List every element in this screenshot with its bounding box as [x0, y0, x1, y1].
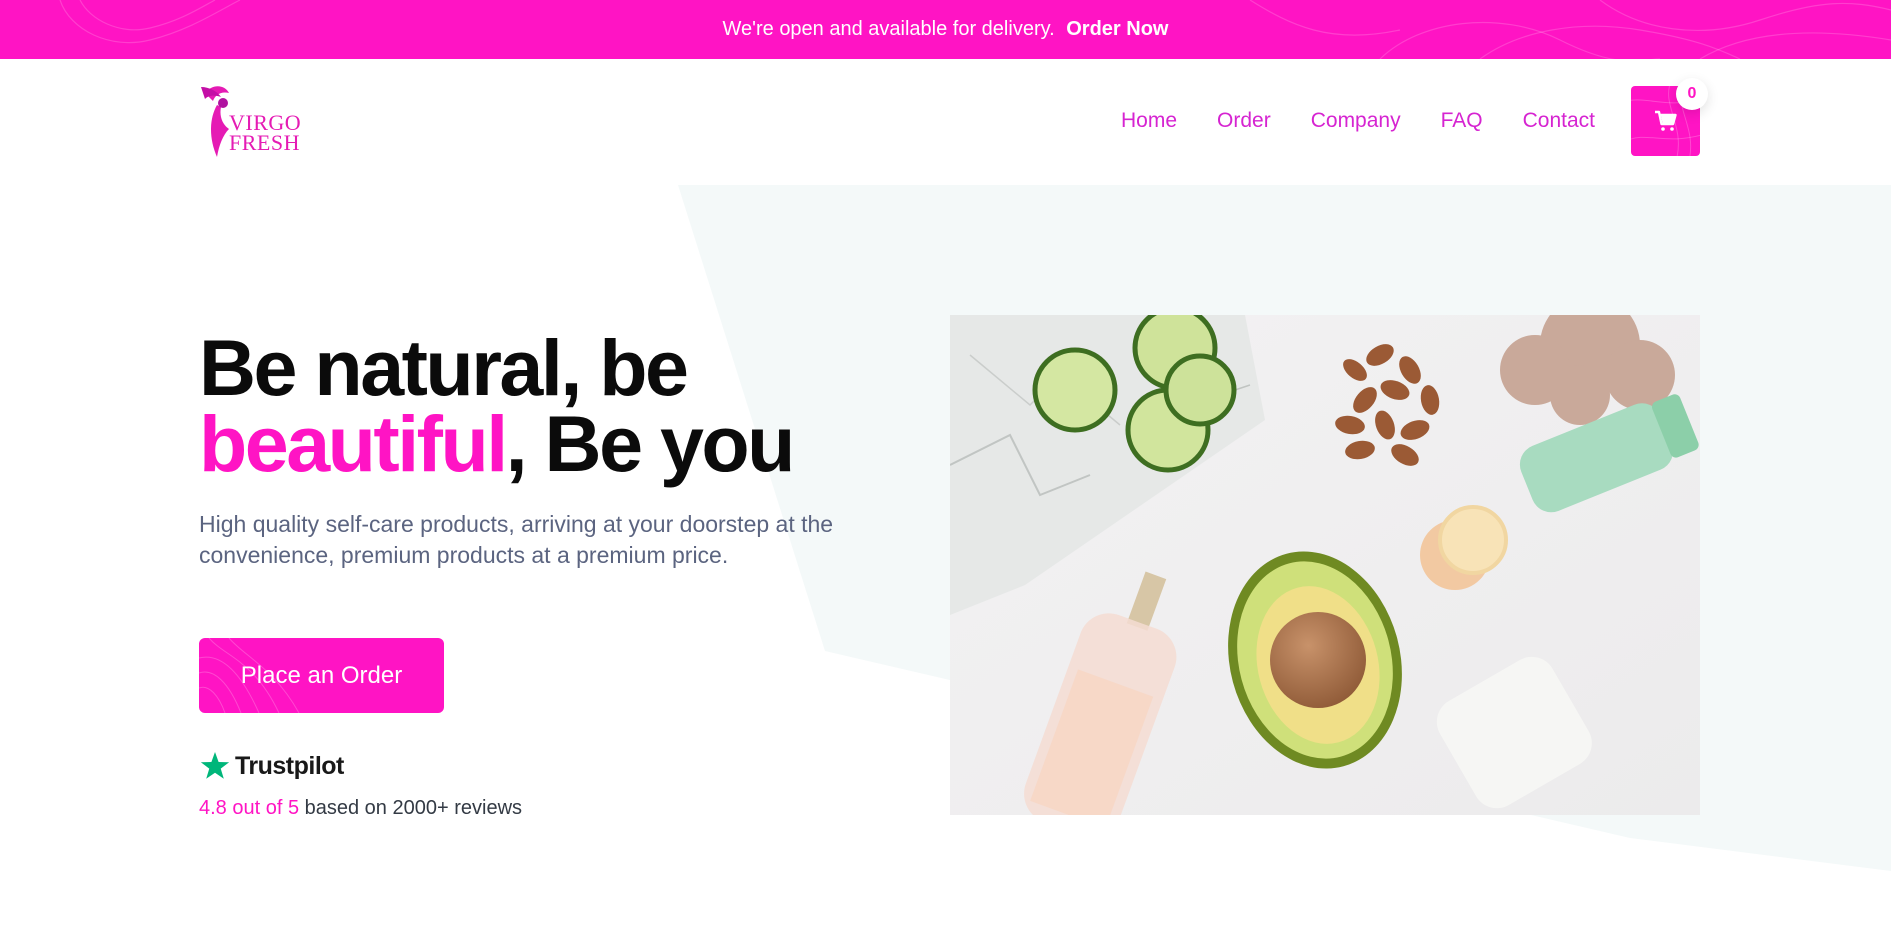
logo-line-2: FRESH — [229, 130, 300, 155]
place-order-button[interactable]: Place an Order — [199, 638, 444, 713]
brand-logo[interactable]: VIRGO FRESH — [199, 83, 309, 159]
rating-summary: 4.8 out of 5 based on 2000+ reviews — [199, 797, 522, 820]
announcement-text: We're open and available for delivery. O… — [723, 18, 1169, 41]
main-nav: Home Order Company FAQ Contact — [1121, 109, 1595, 133]
star-icon — [200, 752, 230, 779]
announcement-message: We're open and available for delivery. — [722, 18, 1061, 40]
nav-company[interactable]: Company — [1311, 109, 1401, 133]
product-flatlay-illustration — [950, 315, 1700, 815]
nav-home[interactable]: Home — [1121, 109, 1177, 133]
nav-contact[interactable]: Contact — [1523, 109, 1595, 133]
logo-wordmark: VIRGO FRESH — [229, 112, 301, 155]
rating-score: 4.8 out of 5 — [199, 797, 300, 819]
site-header: VIRGO FRESH Home Order Company FAQ Conta… — [0, 59, 1891, 185]
rating-reviews: based on 2000+ reviews — [299, 797, 523, 819]
cart-count-badge: 0 — [1676, 78, 1708, 110]
nav-order[interactable]: Order — [1217, 109, 1271, 133]
nav-faq[interactable]: FAQ — [1441, 109, 1483, 133]
hero-title-highlight: beautiful — [199, 399, 508, 488]
hero-title-line-2: , Be you — [505, 399, 796, 488]
place-order-label: Place an Order — [240, 661, 403, 689]
hero-subtitle: High quality self-care products, arrivin… — [199, 511, 834, 568]
announcement-bar: We're open and available for delivery. O… — [0, 0, 1891, 59]
hero-title: Be natural, be beautiful, Be you — [199, 328, 795, 483]
order-now-link[interactable]: Order Now — [1066, 18, 1168, 40]
cart-icon — [1654, 110, 1677, 131]
trustpilot-logo[interactable]: Trustpilot — [199, 750, 344, 782]
trustpilot-name: Trustpilot — [235, 751, 344, 780]
hero-product-image — [950, 315, 1700, 815]
